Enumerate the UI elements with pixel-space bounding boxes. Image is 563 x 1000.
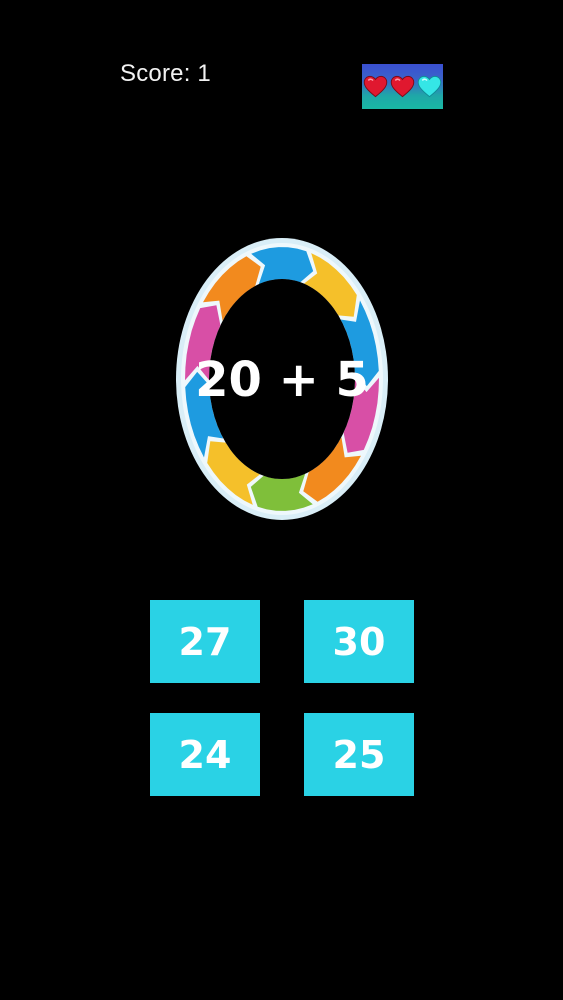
heart-icon <box>363 75 388 98</box>
score-label: Score: 1 <box>120 60 211 87</box>
lives-indicator <box>362 64 443 109</box>
answer-button-3[interactable]: 24 <box>150 713 260 796</box>
empty-heart-icon <box>417 75 442 98</box>
answer-button-4[interactable]: 25 <box>304 713 414 796</box>
heart-icon <box>390 75 415 98</box>
answer-button-2[interactable]: 30 <box>304 600 414 683</box>
math-question: 20 + 5 <box>195 352 369 408</box>
answer-button-1[interactable]: 27 <box>150 600 260 683</box>
